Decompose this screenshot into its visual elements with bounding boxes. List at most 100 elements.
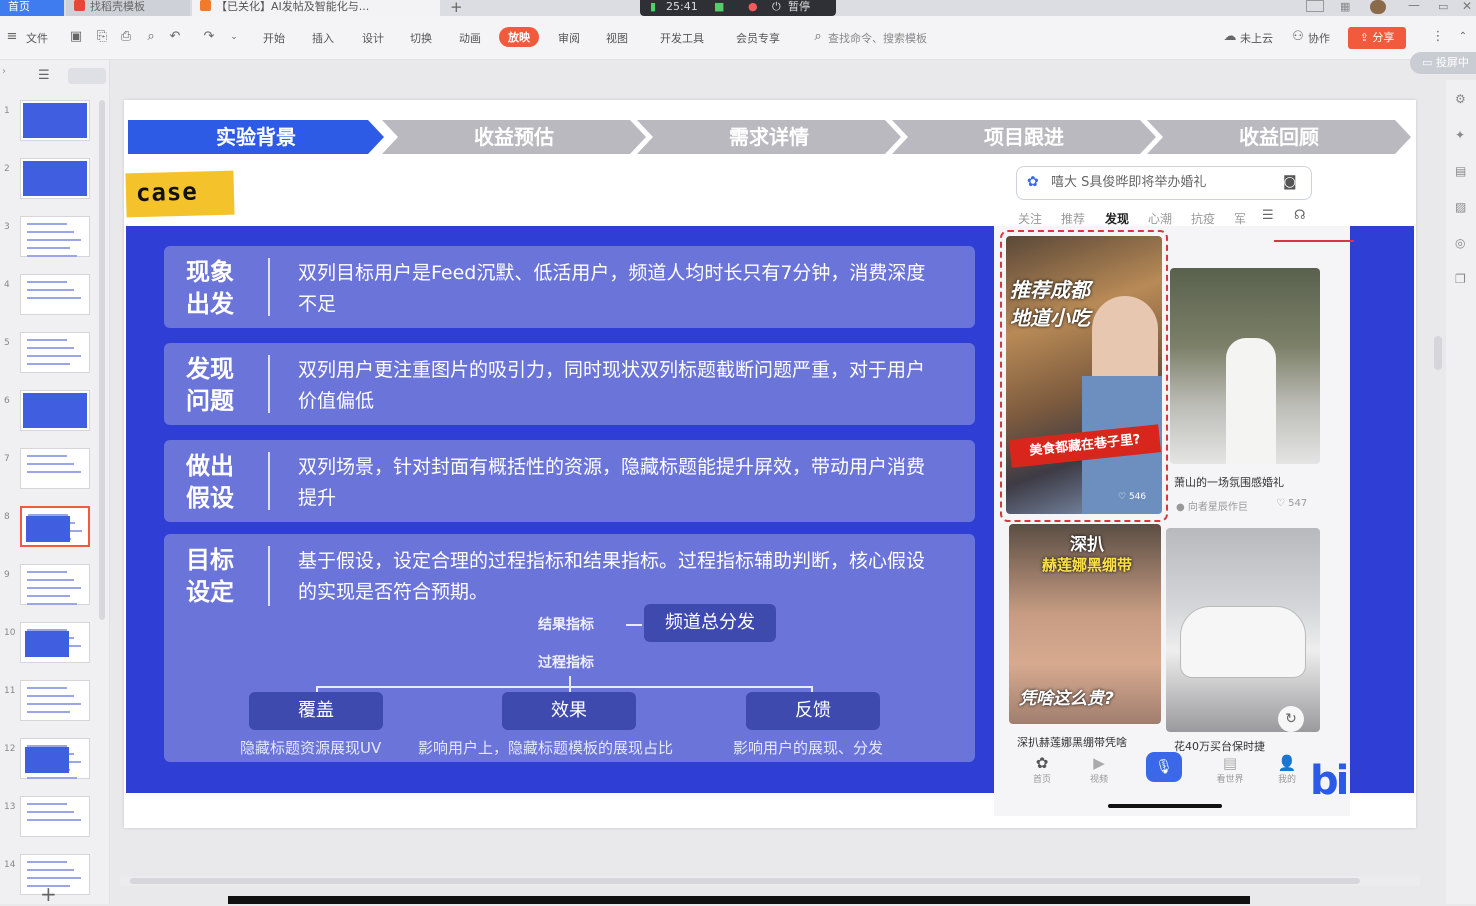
row-goal-text: 基于假设，设定合理的过程指标和结果指标。过程指标辅助判断，核心假设的实现是否符合… [298, 550, 926, 603]
tab-document-label: 【已关化】AI发帖及智能化与... [216, 0, 370, 13]
preview-icon[interactable]: ⌕ [143, 29, 159, 45]
slide-thumbnail[interactable] [20, 680, 90, 721]
thumbnail-line [27, 471, 81, 473]
horizontal-scrollbar[interactable] [120, 876, 1420, 886]
menu-insert[interactable]: 插入 [312, 30, 334, 46]
car-body [1180, 606, 1306, 678]
compass-icon[interactable]: ◎ [1455, 236, 1469, 250]
save-icon[interactable]: ▣ [68, 29, 84, 45]
minimize-icon[interactable]: — [1408, 0, 1420, 12]
thumbnail-number: 6 [4, 396, 10, 406]
heart-icon: ♡ [1276, 498, 1289, 509]
slide-canvas[interactable]: 实验背景 收益预估 需求详情 项目跟进 收益回顾 case 现象 出发 双列目标… [124, 100, 1416, 828]
menu-review[interactable]: 审阅 [558, 30, 580, 46]
heart-icon: ♡ [1118, 492, 1129, 502]
slide-thumbnail[interactable] [20, 448, 90, 489]
menu-bar: ≡ 文件 ▣ ⎘ ⎙ ⌕ ↶ ↷ ⌄ 开始 插入 设计 切换 动画 放映 审阅 … [0, 16, 1476, 60]
undo-icon[interactable]: ↶ [167, 29, 183, 45]
maximize-icon[interactable]: ▭ [1438, 0, 1448, 13]
tab-templates-label: 找稻壳模板 [90, 0, 145, 13]
vertical-scrollbar[interactable] [1434, 336, 1442, 370]
thumbnail-line [27, 777, 77, 779]
process-metric-label: 过程指标 [538, 655, 594, 671]
wedding-caption: 萧山的一场氛围感婚礼 [1174, 476, 1284, 489]
cloud-status[interactable]: 未上云 [1240, 30, 1273, 46]
pause-icon[interactable]: ⏻ [772, 0, 781, 14]
close-icon[interactable]: ✕ [1462, 0, 1472, 13]
cloud-icon: ☁ [1223, 29, 1237, 44]
menu-slideshow[interactable]: 放映 [499, 27, 539, 47]
recorder-pause[interactable]: 暂停 [788, 0, 810, 14]
signal-icon: ▮ [650, 0, 657, 13]
thumbnail-number: 11 [4, 686, 16, 696]
projecting-label: 投屏中 [1435, 56, 1469, 69]
headphone-icon: ☊ [1294, 208, 1306, 223]
thumbnail-line [27, 603, 77, 605]
menu-transition[interactable]: 切换 [410, 30, 432, 46]
slide-thumbnail[interactable] [20, 390, 90, 431]
layers-icon[interactable]: ▤ [1455, 164, 1469, 178]
thumbnail-number: 9 [4, 570, 10, 580]
camera-icon[interactable]: ■ [714, 0, 724, 14]
record-icon[interactable]: ● [748, 0, 758, 14]
slide-thumbnail[interactable] [20, 332, 90, 373]
slide-thumbnail[interactable] [20, 100, 90, 141]
collapse-ribbon-icon[interactable]: ⌃ [1455, 29, 1471, 45]
more-chevron-icon[interactable]: ⌄ [226, 29, 242, 45]
export-icon[interactable]: ⎘ [94, 29, 110, 45]
menu-view[interactable]: 视图 [606, 30, 628, 46]
phone-tab-trend: 心潮 [1148, 212, 1173, 226]
annotation-line [1274, 240, 1354, 242]
command-search[interactable]: 查找命令、搜索模板 [828, 30, 927, 46]
projecting-badge[interactable]: ▭ 投屏中 [1410, 52, 1476, 74]
row-divider [268, 546, 270, 606]
collapse-panel-icon[interactable]: › [2, 66, 6, 77]
slide-thumbnail[interactable] [20, 738, 90, 779]
more-icon[interactable]: ⋮ [1430, 29, 1446, 45]
hamburger-icon[interactable]: ≡ [4, 29, 20, 45]
person-overlay-1: 深扒 [1070, 535, 1104, 555]
step-project-tracking: 项目跟进 [892, 120, 1156, 154]
menu-animation[interactable]: 动画 [459, 30, 481, 46]
redo-icon[interactable]: ↷ [201, 29, 217, 45]
row-divider [268, 258, 270, 316]
add-slide-icon[interactable]: + [40, 882, 57, 906]
menu-design[interactable]: 设计 [362, 30, 384, 46]
collab-icon: ⚇ [1292, 29, 1304, 44]
food-likes-count: 546 [1128, 492, 1147, 502]
docer-icon [74, 0, 85, 11]
share-button[interactable]: ⇪ 分享 [1348, 27, 1406, 49]
slide-thumbnail[interactable] [20, 796, 90, 837]
menu-member[interactable]: 会员专享 [736, 30, 780, 46]
slide-thumbnail[interactable] [20, 622, 90, 663]
slide-thumbnail[interactable] [20, 158, 90, 199]
slide-thumbnail[interactable] [20, 564, 90, 605]
adjust-icon[interactable]: ⚙ [1455, 92, 1469, 106]
thumbnail-number: 5 [4, 338, 10, 348]
new-tab-icon[interactable]: + [450, 0, 463, 16]
thumbnail-number: 8 [4, 512, 10, 522]
thumbnail-scrollbar[interactable] [99, 100, 105, 620]
image-icon[interactable]: ▨ [1455, 200, 1469, 214]
thumbnail-view-toggle[interactable] [68, 68, 106, 84]
slide-thumbnail[interactable] [20, 506, 90, 547]
outline-view-icon[interactable]: ☰ [38, 68, 50, 83]
window-layout-icon[interactable] [1306, 0, 1324, 12]
tab-home[interactable]: 首页 [0, 0, 64, 16]
print-icon[interactable]: ⎙ [118, 29, 134, 45]
tab-templates[interactable]: 找稻壳模板 [66, 0, 190, 16]
menu-file[interactable]: 文件 [26, 30, 48, 46]
book-icon[interactable]: ❐ [1455, 272, 1469, 286]
row-hypothesis-title: 做出 假设 [186, 452, 234, 512]
pin-icon[interactable]: ✦ [1455, 128, 1469, 142]
slide-thumbnail[interactable] [20, 274, 90, 315]
menu-start[interactable]: 开始 [263, 30, 285, 46]
collab-button[interactable]: 协作 [1308, 30, 1330, 46]
menu-developer[interactable]: 开发工具 [660, 30, 704, 46]
grid-icon[interactable]: ▦ [1340, 0, 1350, 13]
result-connector [626, 624, 642, 626]
slide-thumbnail[interactable] [20, 216, 90, 257]
avatar[interactable] [1370, 0, 1386, 14]
horizontal-scroll-thumb[interactable] [130, 878, 1360, 884]
tab-document[interactable]: 【已关化】AI发帖及智能化与... [192, 0, 440, 16]
